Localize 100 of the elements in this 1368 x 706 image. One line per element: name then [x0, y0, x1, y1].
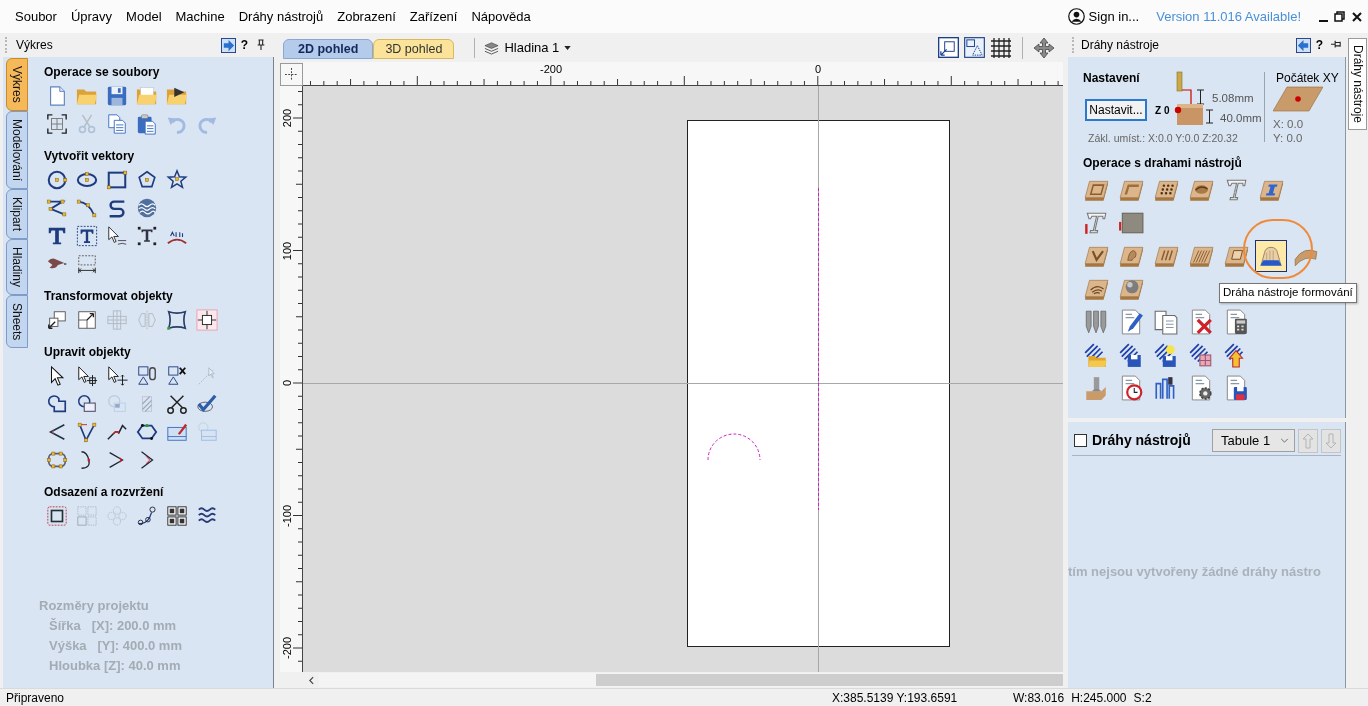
- side-tab[interactable]: Modelování: [6, 110, 28, 189]
- project-size-line: Výška [Y]: 400.0 mm: [48, 637, 183, 655]
- z-zero-label: Z 0: [1155, 105, 1170, 117]
- section-title: Vytvořit vektory: [44, 148, 136, 165]
- side-tab[interactable]: Dráhy nástroje: [1348, 38, 1367, 131]
- origin-title: Počátek XY: [1275, 71, 1339, 86]
- panel-title: Výkres: [16, 37, 53, 54]
- pointer-lines-icon[interactable]: [106, 225, 128, 247]
- caret-down-icon: [564, 45, 572, 50]
- rectangle-icon[interactable]: [106, 169, 128, 191]
- pin-icon[interactable]: [1331, 39, 1341, 51]
- crosshair-icon: [285, 68, 298, 81]
- restore-icon[interactable]: [1334, 11, 1345, 22]
- letter-t-frame-icon[interactable]: [76, 225, 98, 247]
- circles-on-path-icon[interactable]: [136, 505, 158, 527]
- origin-marker-icon[interactable]: [1273, 86, 1323, 112]
- menu-item[interactable]: Úpravy: [63, 6, 120, 27]
- dimension-arrow-icon[interactable]: [76, 253, 98, 275]
- side-tab[interactable]: Klipart: [6, 188, 28, 239]
- checkbox[interactable]: [1074, 434, 1087, 447]
- thickness-label: 40.0mm: [1220, 111, 1262, 125]
- section-title: Upravit objekty: [44, 344, 132, 361]
- group-icon[interactable]: [136, 365, 158, 387]
- wave-disc-icon[interactable]: [136, 197, 158, 219]
- s-curve-icon[interactable]: [106, 197, 128, 219]
- zigzag-line-icon[interactable]: [46, 197, 68, 219]
- dock-arrow-right-icon[interactable]: [220, 37, 236, 53]
- picture-pen-icon[interactable]: [166, 421, 188, 443]
- layer-dropdown[interactable]: Hladina 1: [484, 37, 572, 58]
- side-tab[interactable]: Sheets: [6, 294, 28, 349]
- close-icon[interactable]: [1352, 11, 1362, 22]
- letter-t-handles-icon[interactable]: [136, 225, 158, 247]
- sheet-dropdown[interactable]: Tabule 1: [1212, 429, 1295, 452]
- operations-title: Operace s drahami nástrojů: [1083, 156, 1243, 171]
- view-options-icon[interactable]: [964, 37, 985, 58]
- chevron-down-icon: [1280, 438, 1289, 443]
- side-tab[interactable]: Výkres: [6, 58, 28, 111]
- circle-icon[interactable]: [46, 169, 68, 191]
- menu-item[interactable]: Model: [119, 6, 169, 27]
- arc-line-icon[interactable]: [76, 197, 98, 219]
- ruler-label: -200: [281, 637, 293, 659]
- hexagon-nodes-icon[interactable]: [136, 421, 158, 443]
- pin-icon[interactable]: [256, 39, 266, 51]
- zoom-box-icon[interactable]: [938, 37, 959, 58]
- setup-title: Nastavení: [1083, 71, 1141, 86]
- square-grid-icon[interactable]: [166, 505, 188, 527]
- letter-t-icon[interactable]: [46, 225, 68, 247]
- dock-arrow-left-icon[interactable]: [1295, 37, 1311, 53]
- pointer-move-icon[interactable]: [106, 365, 128, 387]
- folder-with-arrow-icon[interactable]: [166, 85, 188, 107]
- merge-shapes-icon[interactable]: [76, 393, 98, 415]
- user-icon: [1067, 8, 1085, 25]
- menu-item[interactable]: Soubor: [8, 6, 64, 27]
- frame-grid-icon[interactable]: [46, 113, 68, 135]
- ruler-label: 0: [814, 63, 822, 75]
- rounded-nodes-icon[interactable]: [46, 449, 68, 471]
- view-tab[interactable]: 3D pohled: [373, 39, 455, 59]
- origin-x-value: X: 0.0: [1273, 117, 1305, 131]
- origin-y-value: Y: 0.0: [1273, 131, 1304, 145]
- section-title: Odsazení a rozvržení: [44, 484, 165, 501]
- cursor-position: X:385.5139 Y:193.6591: [832, 689, 959, 706]
- layers-icon: [484, 40, 500, 55]
- menu-item[interactable]: Zobrazení: [330, 6, 403, 27]
- section-title: Transformovat objekty: [44, 288, 174, 305]
- offset-square-icon[interactable]: [46, 505, 68, 527]
- project-size-line: Šířka [X]: 200.0 mm: [48, 617, 178, 635]
- trim-scissors-icon[interactable]: [166, 393, 188, 415]
- panel-title: Dráhy nástroje: [1081, 37, 1160, 54]
- setup-button[interactable]: Nastavit...: [1085, 99, 1147, 121]
- fit-square-icon[interactable]: [196, 309, 218, 331]
- help-button[interactable]: ?: [1315, 38, 1323, 52]
- move-squares-icon[interactable]: [46, 309, 68, 331]
- checkmark-icon[interactable]: [196, 393, 218, 415]
- node-triangle-icon[interactable]: [76, 421, 98, 443]
- menu-item[interactable]: Zařízení: [402, 6, 465, 27]
- sign-in-button[interactable]: Sign in...: [1067, 6, 1140, 27]
- resize-square-icon[interactable]: [76, 309, 98, 331]
- side-tab[interactable]: Hladiny: [6, 238, 28, 295]
- horizontal-scrollbar[interactable]: [319, 673, 1063, 687]
- menu-item[interactable]: Dráhy nástrojů: [231, 6, 331, 27]
- ungroup-icon[interactable]: [166, 365, 188, 387]
- paste-icon[interactable]: [136, 113, 158, 135]
- checkbox-label[interactable]: Dráhy nástrojů: [1092, 430, 1191, 451]
- help-button[interactable]: ?: [240, 38, 248, 52]
- ruler-label: 200: [281, 108, 293, 128]
- tooltip: Dráha nástroje formování: [1219, 282, 1357, 303]
- scrollbar-thumb[interactable]: [596, 674, 1063, 686]
- copy-icon[interactable]: [106, 113, 128, 135]
- empty-list-message: tím nejsou vytvořeny žádné dráhy nástro: [1068, 563, 1321, 582]
- menu-item[interactable]: Nápověda: [464, 6, 538, 27]
- star-icon[interactable]: [166, 169, 188, 191]
- arrow-down-icon: [1325, 432, 1337, 449]
- pointer-node-icon[interactable]: [76, 365, 98, 387]
- menu-item[interactable]: Machine: [168, 6, 232, 27]
- status-message: Připraveno: [5, 689, 66, 706]
- grid-icon[interactable]: [990, 36, 1012, 59]
- view-tab[interactable]: 2D pohled: [283, 39, 374, 59]
- home-position-text: Zákl. umíst.: X:0.0 Y:0.0 Z:20.32: [1087, 131, 1239, 145]
- pan-icon[interactable]: [1033, 36, 1055, 59]
- weld-shapes-icon[interactable]: [46, 393, 68, 415]
